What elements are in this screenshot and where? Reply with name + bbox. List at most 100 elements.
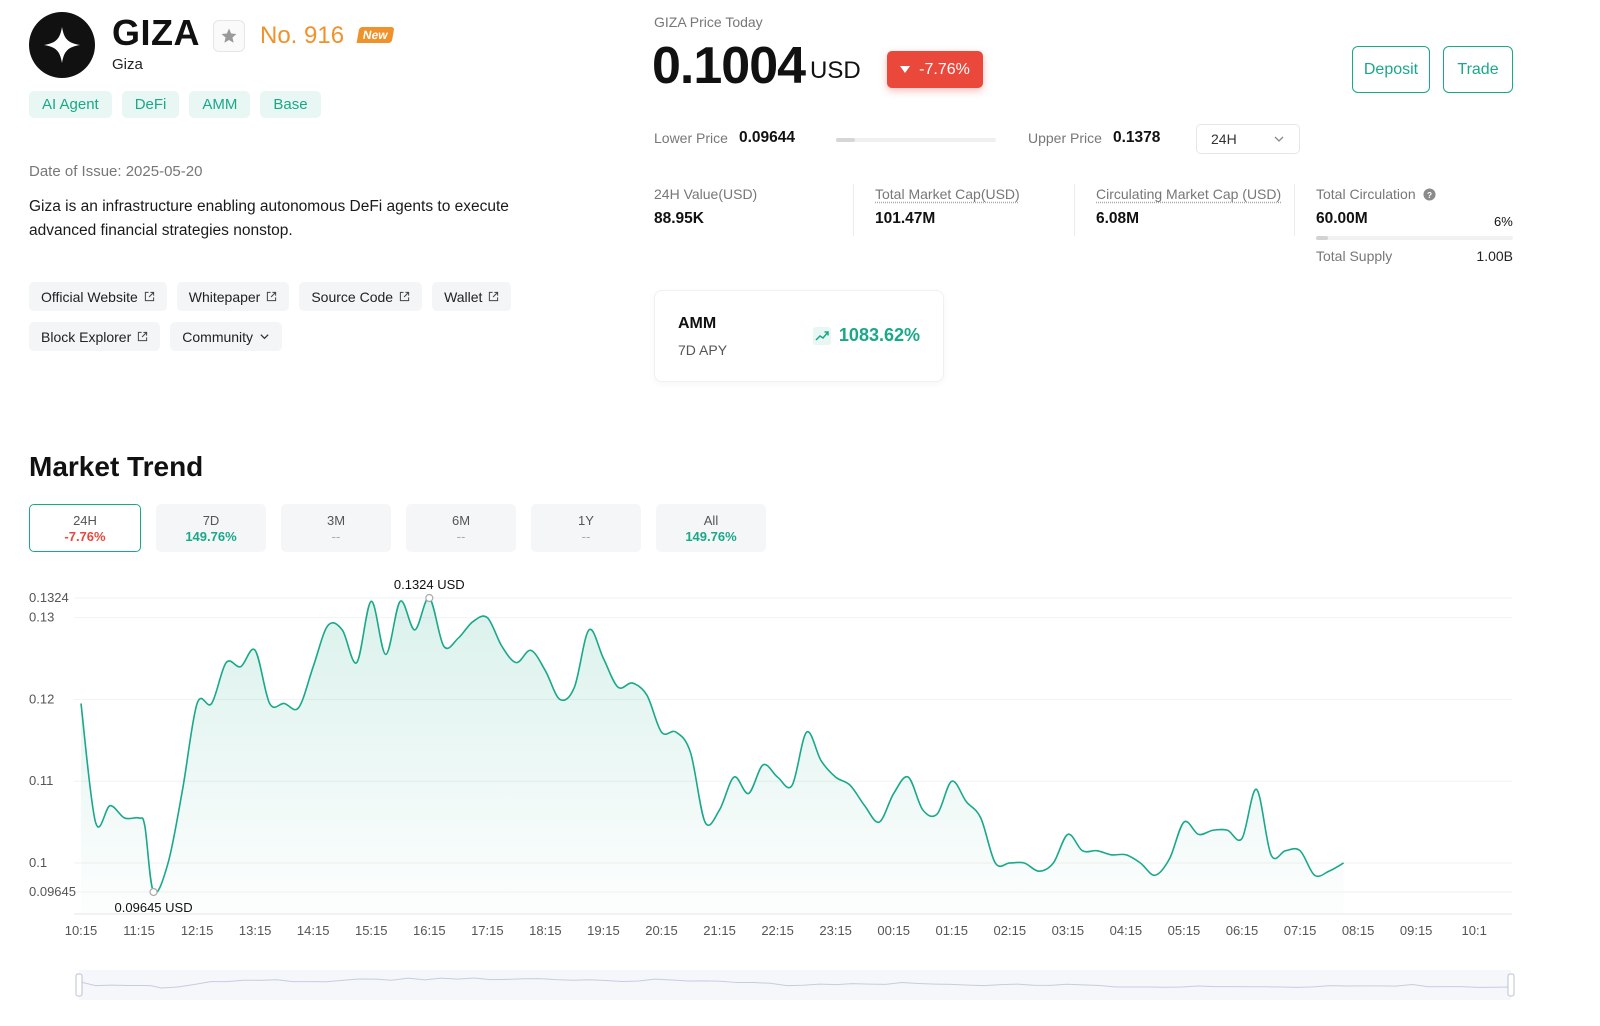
stat-label[interactable]: Total Market Cap(USD) xyxy=(875,186,1020,202)
total-circulation-label: Total Circulation xyxy=(1316,186,1416,202)
link-label: Whitepaper xyxy=(188,288,261,305)
x-tick-label: 07:15 xyxy=(1284,923,1317,938)
wallet-link[interactable]: Wallet xyxy=(432,282,512,311)
tag[interactable]: AI Agent xyxy=(29,91,112,118)
trade-button[interactable]: Trade xyxy=(1443,46,1513,93)
x-tick-label: 03:15 xyxy=(1052,923,1085,938)
price-change-badge: -7.76% xyxy=(887,51,983,88)
price-period-select[interactable]: 24H xyxy=(1196,124,1300,154)
stat-value: 6.08M xyxy=(1096,210,1140,227)
lower-price-label: Lower Price xyxy=(654,130,728,146)
tab-3m[interactable]: 3M -- xyxy=(281,504,391,552)
source-code-link[interactable]: Source Code xyxy=(299,282,423,311)
y-tick-label: 0.09645 xyxy=(29,884,76,899)
period-tabs: 24H -7.76% 7D 149.76% 3M -- 6M -- 1Y -- … xyxy=(29,504,766,552)
tab-change: -- xyxy=(331,528,341,544)
external-link-icon xyxy=(138,331,148,342)
stat-value: 60.00M xyxy=(1316,210,1368,227)
chevron-down-icon xyxy=(260,334,269,340)
x-tick-label: 13:15 xyxy=(239,923,272,938)
x-tick-label: 01:15 xyxy=(935,923,968,938)
x-tick-label: 05:15 xyxy=(1168,923,1201,938)
block-explorer-link[interactable]: Block Explorer xyxy=(29,322,161,351)
trend-up-icon xyxy=(812,326,831,345)
deposit-button[interactable]: Deposit xyxy=(1352,46,1430,93)
tab-1y[interactable]: 1Y -- xyxy=(531,504,641,552)
navigator-handle-left[interactable] xyxy=(75,973,83,997)
total-supply-value: 1.00B xyxy=(1476,248,1513,264)
max-point-label: 0.1324 USD xyxy=(394,580,465,592)
x-tick-label: 21:15 xyxy=(703,923,736,938)
navigator-handle-right[interactable] xyxy=(1507,973,1515,997)
stat-total-circulation: Total Circulation ? 60.00M xyxy=(1316,186,1436,228)
tag[interactable]: AMM xyxy=(189,91,251,118)
tab-change: 149.76% xyxy=(685,528,737,544)
max-point-marker xyxy=(425,593,434,603)
tag[interactable]: Base xyxy=(260,91,321,118)
tab-change: -7.76% xyxy=(64,528,106,544)
x-tick-label: 11:15 xyxy=(123,923,155,938)
total-supply-row: Total Supply 1.00B xyxy=(1316,248,1513,264)
price-chart[interactable]: 0.1324 0.13 0.12 0.11 0.1 0.09645 0.1324 USD 0… xyxy=(0,580,1600,1020)
lower-price-value: 0.09644 xyxy=(739,129,796,146)
external-link-icon xyxy=(399,291,410,302)
circulation-percent: 6% xyxy=(1494,214,1513,229)
apy-value-group: 1083.62% xyxy=(812,325,920,346)
tab-label: All xyxy=(703,512,719,528)
new-badge: New xyxy=(356,27,395,43)
tab-24h[interactable]: 24H -7.76% xyxy=(29,504,141,552)
tab-all[interactable]: All 149.76% xyxy=(656,504,766,552)
price-range-bar xyxy=(836,138,996,142)
price-area-fill xyxy=(81,597,1344,914)
apy-card[interactable]: AMM 7D APY 1083.62% xyxy=(654,290,944,382)
divider xyxy=(1074,184,1075,236)
stat-value: 88.95K xyxy=(654,210,704,227)
x-tick-label: 18:15 xyxy=(529,923,562,938)
tab-7d[interactable]: 7D 149.76% xyxy=(156,504,266,552)
tab-6m[interactable]: 6M -- xyxy=(406,504,516,552)
whitepaper-link[interactable]: Whitepaper xyxy=(176,282,290,311)
star-icon xyxy=(221,28,237,43)
price-change-value: -7.76% xyxy=(919,60,970,78)
stat-value: 101.47M xyxy=(875,210,936,227)
stat-circulating-market-cap: Circulating Market Cap (USD) 6.08M xyxy=(1096,186,1281,228)
stat-label[interactable]: Circulating Market Cap (USD) xyxy=(1096,186,1281,202)
market-trend-title: Market Trend xyxy=(29,451,204,482)
price-range-fill xyxy=(836,138,856,142)
link-label: Wallet xyxy=(444,288,483,305)
link-label: Block Explorer xyxy=(41,328,132,345)
external-link-icon xyxy=(489,291,499,302)
price-unit: USD xyxy=(810,57,861,84)
tab-label: 7D xyxy=(202,512,220,528)
issue-date: Date of Issue: 2025-05-20 xyxy=(29,163,203,180)
x-tick-label: 04:15 xyxy=(1110,923,1143,938)
upper-price-label: Upper Price xyxy=(1028,130,1102,146)
x-tick-label: 06:15 xyxy=(1226,923,1259,938)
tab-label: 24H xyxy=(73,512,97,528)
y-tick-label: 0.11 xyxy=(29,773,53,788)
circulation-bar-fill xyxy=(1316,236,1328,240)
tab-label: 1Y xyxy=(578,512,594,528)
total-supply-label: Total Supply xyxy=(1316,248,1393,264)
y-tick-label: 0.12 xyxy=(29,691,54,706)
official-website-link[interactable]: Official Website xyxy=(29,282,167,311)
period-select-value: 24H xyxy=(1211,131,1237,147)
x-tick-label: 16:15 xyxy=(413,923,446,938)
x-tick-label: 22:15 xyxy=(761,923,794,938)
token-logo xyxy=(29,12,95,78)
tag[interactable]: DeFi xyxy=(121,91,180,118)
apy-value: 1083.62% xyxy=(838,325,920,345)
upper-price-value: 0.1378 xyxy=(1113,129,1161,146)
rank-label: No. 916 xyxy=(260,22,345,49)
x-tick-label: 17:15 xyxy=(471,923,504,938)
link-label: Community xyxy=(182,328,254,345)
link-label: Source Code xyxy=(311,288,394,305)
tab-label: 3M xyxy=(326,512,346,528)
x-tick-label: 10:15 xyxy=(65,923,98,938)
help-icon[interactable]: ? xyxy=(1422,188,1436,201)
token-subname: Giza xyxy=(112,56,143,73)
min-point-label: 0.09645 USD xyxy=(115,900,193,915)
favorite-button[interactable] xyxy=(213,20,245,52)
community-dropdown[interactable]: Community xyxy=(170,322,283,351)
stat-label: 24H Value(USD) xyxy=(654,186,758,202)
